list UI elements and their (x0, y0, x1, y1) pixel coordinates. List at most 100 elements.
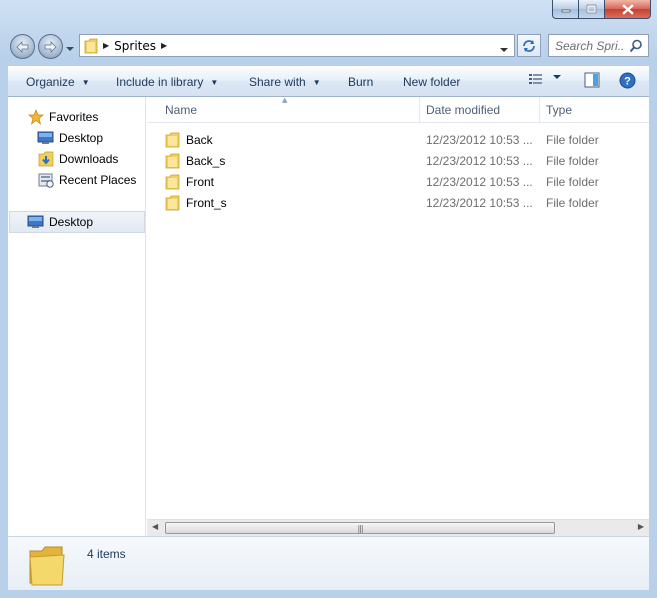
nav-item-downloads[interactable]: Downloads (37, 149, 118, 169)
chevron-down-icon (500, 48, 508, 52)
downloads-folder-icon (37, 151, 54, 167)
search-icon[interactable] (629, 39, 643, 56)
column-date-label: Date modified (426, 103, 501, 117)
burn-label: Burn (348, 75, 374, 89)
breadcrumb-separator[interactable]: ▶ (103, 41, 109, 50)
desktop-icon (37, 130, 54, 146)
folder-icon (165, 153, 180, 168)
file-date: 12/23/2012 10:53 ... (426, 174, 533, 189)
nav-item-desktop[interactable]: Desktop (37, 128, 103, 148)
minimize-button[interactable] (552, 0, 579, 19)
view-details-icon (529, 74, 542, 84)
recent-places-icon (37, 172, 54, 188)
column-header: ▲ Name Date modified Type (147, 96, 649, 123)
main-area: Favorites Desktop Downloads Recent Place… (8, 96, 649, 536)
folder-icon (165, 174, 180, 189)
caption-buttons (552, 0, 651, 20)
share-with-label: Share with (249, 75, 306, 89)
command-bar: Organize ▼ Include in library ▼ Share with… (8, 66, 649, 97)
address-history-dropdown[interactable] (500, 42, 508, 56)
nav-favorites-label: Favorites (49, 110, 99, 124)
details-pane: 4 items (8, 536, 649, 590)
refresh-icon (523, 39, 535, 52)
change-view-button[interactable] (528, 72, 544, 86)
scroll-left-icon[interactable]: ◀ (152, 522, 158, 531)
sort-ascending-icon: ▲ (282, 96, 288, 104)
file-name: Front (186, 174, 215, 189)
scrollbar-thumb[interactable]: ||| (165, 522, 555, 534)
grip-icon: ||| (357, 523, 363, 533)
horizontal-scrollbar[interactable]: ◀ ||| ▶ (147, 519, 649, 536)
large-folder-icon (29, 546, 65, 586)
navigation-pane: Favorites Desktop Downloads Recent Place… (8, 97, 146, 536)
file-date: 12/23/2012 10:53 ... (426, 153, 533, 168)
include-in-library-label: Include in library (116, 75, 204, 89)
item-count: 4 items (87, 547, 126, 561)
nav-item-recent-places[interactable]: Recent Places (37, 170, 136, 190)
share-with-menu[interactable]: Share with ▼ (249, 67, 321, 97)
file-row-back[interactable]: Back 12/23/2012 10:53 ... File folder (147, 129, 649, 150)
include-in-library-menu[interactable]: Include in library ▼ (116, 67, 218, 97)
forward-arrow-icon (44, 40, 57, 53)
column-date-modified[interactable]: Date modified (426, 97, 500, 123)
breadcrumb-separator[interactable]: ▶ (161, 41, 167, 50)
minimize-icon (561, 9, 570, 13)
burn-button[interactable]: Burn (348, 67, 373, 97)
star-icon (27, 109, 44, 125)
folder-icon (165, 195, 180, 210)
maximize-button[interactable] (579, 0, 605, 19)
forward-button[interactable] (38, 34, 63, 59)
organize-label: Organize (26, 75, 75, 89)
file-name: Back_s (186, 153, 226, 168)
preview-pane-icon (584, 72, 600, 88)
file-name: Back (186, 132, 213, 147)
column-divider[interactable] (419, 97, 420, 123)
chevron-down-icon (553, 75, 561, 79)
folder-icon (84, 38, 98, 54)
help-button[interactable]: ? (619, 72, 636, 89)
back-arrow-icon (16, 40, 29, 53)
chevron-down-icon: ▼ (81, 77, 90, 87)
nav-desktop-root[interactable]: Desktop (27, 212, 93, 232)
column-name-label: Name (165, 103, 198, 117)
new-folder-label: New folder (403, 75, 461, 89)
chevron-down-icon: ▼ (312, 77, 321, 87)
chevron-down-icon: ▼ (210, 77, 219, 87)
svg-text:?: ? (624, 76, 631, 88)
close-button[interactable] (605, 0, 651, 19)
file-type: File folder (546, 153, 599, 168)
close-icon (621, 3, 634, 15)
file-type: File folder (546, 132, 599, 147)
organize-menu[interactable]: Organize ▼ (26, 67, 90, 97)
search-input[interactable] (555, 38, 625, 53)
refresh-button[interactable] (517, 34, 541, 57)
desktop-icon (27, 214, 44, 230)
help-icon: ? (619, 72, 636, 89)
file-row-front[interactable]: Front 12/23/2012 10:53 ... File folder (147, 171, 649, 192)
maximize-icon (586, 4, 597, 14)
nav-favorites[interactable]: Favorites (27, 107, 98, 127)
scroll-right-icon[interactable]: ▶ (638, 522, 644, 531)
file-type: File folder (546, 195, 599, 210)
nav-item-label: Recent Places (59, 173, 137, 187)
recent-pages-dropdown[interactable] (66, 41, 74, 55)
file-type: File folder (546, 174, 599, 189)
file-row-back-s[interactable]: Back_s 12/23/2012 10:53 ... File folder (147, 150, 649, 171)
search-box[interactable] (548, 34, 649, 57)
new-folder-button[interactable]: New folder (403, 67, 460, 97)
folder-icon (165, 132, 180, 147)
file-date: 12/23/2012 10:53 ... (426, 195, 533, 210)
view-options-dropdown[interactable] (553, 75, 561, 80)
breadcrumb-sprites[interactable]: Sprites (114, 39, 156, 53)
column-type[interactable]: Type (546, 97, 572, 123)
address-row: ▶ Sprites ▶ (0, 32, 657, 60)
column-divider[interactable] (539, 97, 540, 123)
nav-item-label: Downloads (59, 152, 119, 166)
preview-pane-button[interactable] (584, 72, 600, 88)
column-name[interactable]: Name (165, 97, 197, 123)
nav-desktop-root-label: Desktop (49, 215, 94, 229)
column-type-label: Type (546, 103, 573, 117)
back-button[interactable] (10, 34, 35, 59)
address-bar[interactable]: ▶ Sprites ▶ (79, 34, 515, 57)
file-row-front-s[interactable]: Front_s 12/23/2012 10:53 ... File folder (147, 192, 649, 213)
